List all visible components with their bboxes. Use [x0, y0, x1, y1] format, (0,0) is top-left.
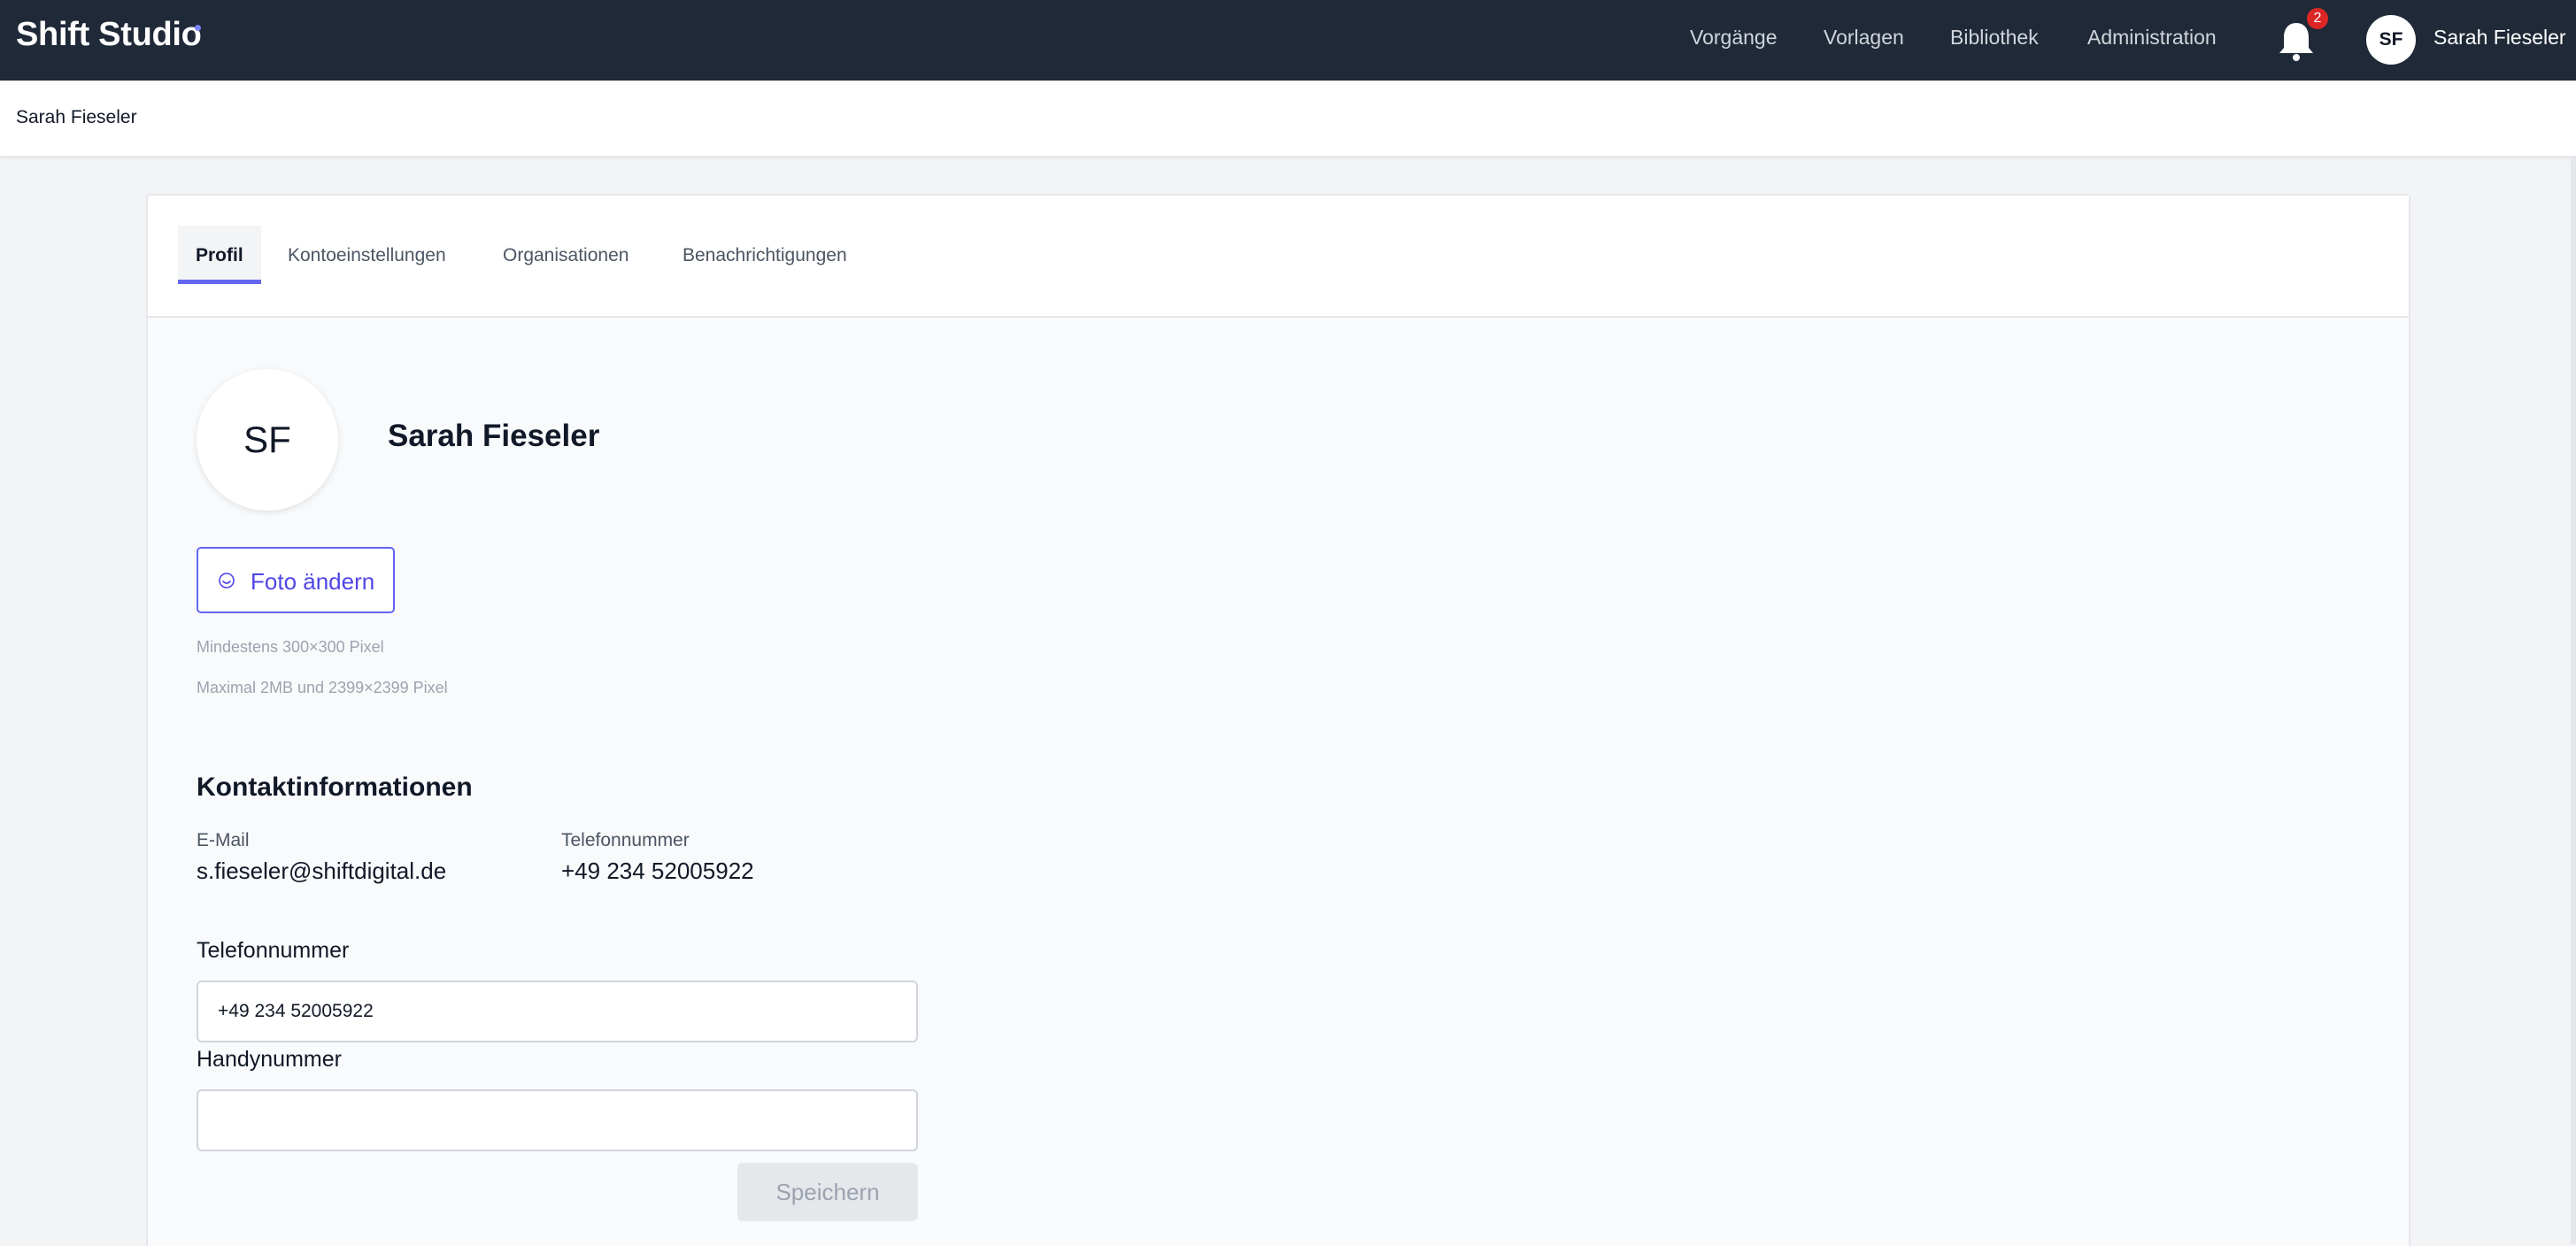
change-photo-label: Foto ändern	[251, 568, 375, 595]
phone-label: Telefonnummer	[561, 830, 690, 850]
breadcrumb: Sarah Fieseler	[16, 107, 137, 127]
tab-kontoeinstellungen[interactable]: Kontoeinstellungen	[288, 226, 446, 284]
profile-name: Sarah Fieseler	[388, 419, 600, 453]
email-label: E-Mail	[197, 830, 250, 850]
top-navigation: Shift Studio Vorgänge Vorlagen Bibliothe…	[0, 0, 2576, 81]
tab-profil[interactable]: Profil	[178, 226, 261, 284]
nav-link-bibliothek[interactable]: Bibliothek	[1950, 26, 2039, 50]
tab-benachrichtigungen[interactable]: Benachrichtigungen	[683, 226, 847, 284]
save-button[interactable]: Speichern	[737, 1163, 918, 1221]
page-scrollbar[interactable]	[2571, 158, 2576, 1244]
contact-section-title: Kontaktinformationen	[197, 773, 473, 802]
email-value: s.fieseler@shiftdigital.de	[197, 858, 447, 884]
user-avatar[interactable]: SF	[2366, 15, 2416, 65]
photo-hint-max: Maximal 2MB und 2399×2399 Pixel	[197, 679, 448, 696]
photo-hint-min: Mindestens 300×300 Pixel	[197, 638, 384, 656]
smiley-icon	[218, 572, 235, 589]
phone-input[interactable]	[197, 981, 918, 1042]
phone-field-label: Telefonnummer	[197, 938, 350, 963]
mobile-field-label: Handynummer	[197, 1047, 342, 1072]
mobile-input[interactable]	[197, 1089, 918, 1151]
nav-link-vorgaenge[interactable]: Vorgänge	[1690, 26, 1777, 50]
nav-link-vorlagen[interactable]: Vorlagen	[1824, 26, 1904, 50]
tab-organisationen[interactable]: Organisationen	[503, 226, 629, 284]
breadcrumb-bar: Sarah Fieseler	[0, 81, 2576, 158]
phone-value: +49 234 52005922	[561, 858, 754, 884]
profile-avatar: SF	[197, 369, 338, 511]
change-photo-button[interactable]: Foto ändern	[197, 547, 395, 613]
profile-card: Profil Kontoeinstellungen Organisationen…	[146, 194, 2410, 1246]
tab-bar: Profil Kontoeinstellungen Organisationen…	[148, 196, 2409, 318]
app-logo[interactable]: Shift Studio	[16, 16, 202, 54]
user-name[interactable]: Sarah Fieseler	[2433, 26, 2566, 50]
logo-dot	[195, 25, 201, 31]
nav-link-administration[interactable]: Administration	[2087, 26, 2217, 50]
notification-badge: 2	[2307, 8, 2328, 29]
